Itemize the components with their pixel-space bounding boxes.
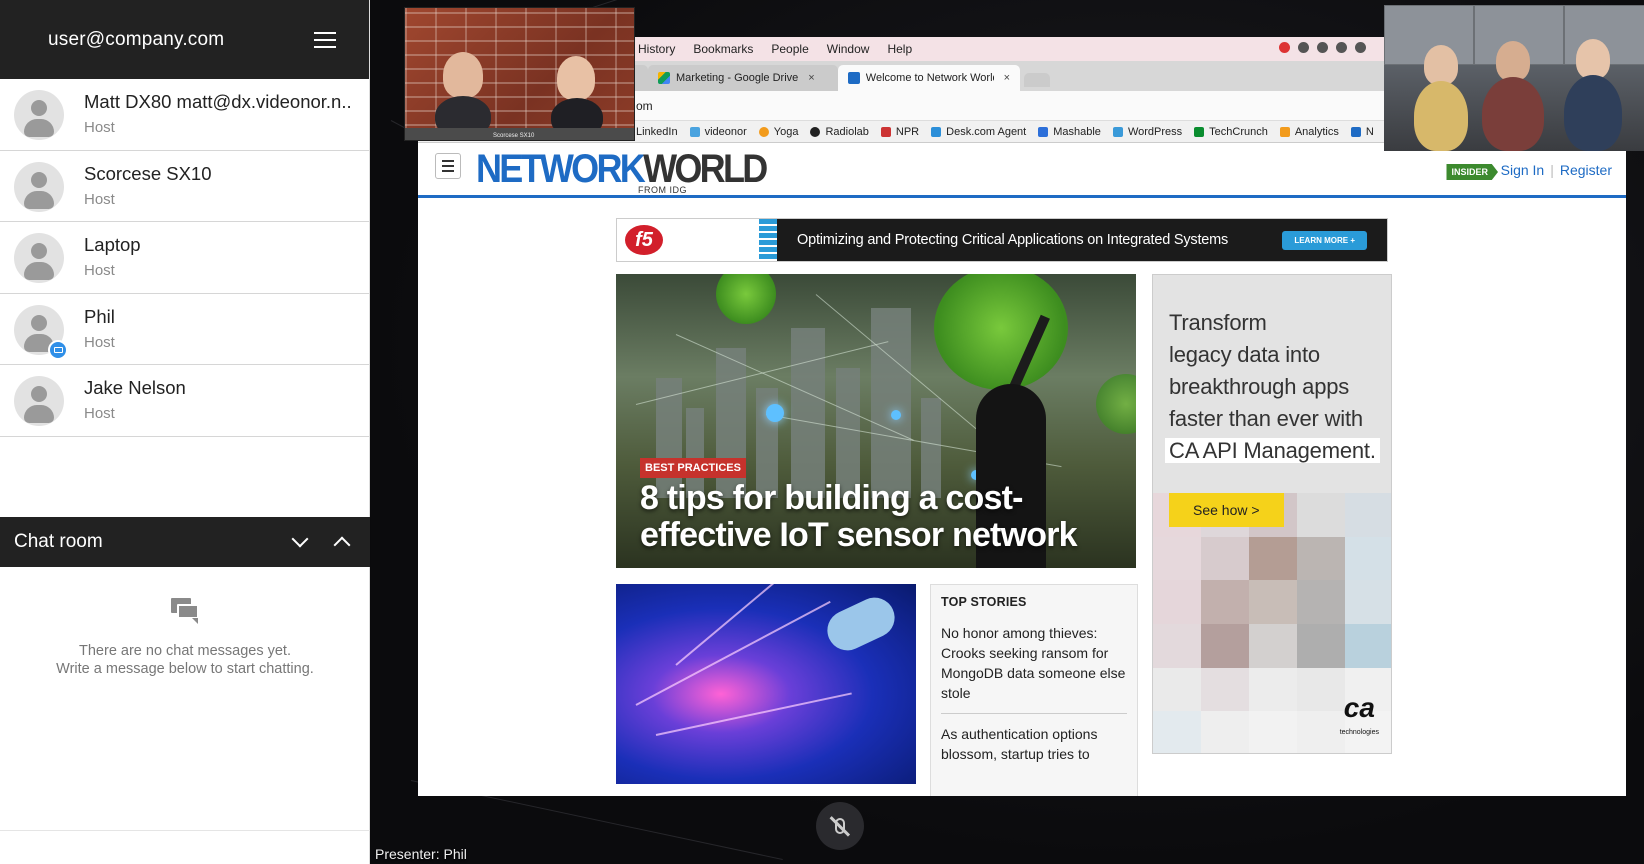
hamburger-menu-icon[interactable] bbox=[314, 31, 336, 48]
drive-icon bbox=[658, 72, 670, 84]
tab-google-drive[interactable]: Marketing - Google Drive × bbox=[648, 65, 838, 91]
remote-video[interactable] bbox=[1384, 5, 1644, 151]
register-link[interactable]: Register bbox=[1560, 162, 1612, 178]
top-stories-heading: TOP STORIES bbox=[941, 595, 1027, 609]
participant-role: Host bbox=[84, 119, 115, 136]
self-view-video[interactable]: Scorcese SX10 bbox=[404, 7, 635, 141]
top-story-link[interactable]: As authentication options blossom, start… bbox=[941, 724, 1127, 764]
bookmark-item[interactable]: TechCrunch bbox=[1194, 126, 1268, 138]
ad-copy: Transform legacy data into breakthrough … bbox=[1165, 307, 1380, 467]
participant-name: Jake Nelson bbox=[84, 377, 186, 398]
participant-role: Host bbox=[84, 262, 115, 279]
video-tile-label: Scorcese SX10 bbox=[493, 133, 535, 139]
participant-row[interactable]: Phil Host bbox=[0, 294, 369, 365]
close-icon[interactable]: × bbox=[1004, 72, 1010, 84]
bookmark-item[interactable]: Desk.com Agent bbox=[931, 126, 1026, 138]
bookmark-item[interactable]: Analytics bbox=[1279, 126, 1339, 138]
learn-more-button[interactable]: LEARN MORE + bbox=[1282, 231, 1367, 250]
chat-empty-line1: There are no chat messages yet. bbox=[79, 643, 291, 659]
chat-room-title: Chat room bbox=[14, 531, 103, 552]
user-email: user@company.com bbox=[48, 28, 225, 50]
top-story-link[interactable]: No honor among thieves: Crooks seeking r… bbox=[941, 623, 1127, 703]
avatar-icon bbox=[14, 233, 64, 283]
ca-technologies-logo: ca technologies bbox=[1339, 692, 1379, 737]
presenter-label: Presenter: Phil bbox=[375, 846, 467, 862]
menu-window[interactable]: Window bbox=[827, 42, 870, 56]
close-icon[interactable]: × bbox=[808, 72, 814, 84]
menu-people[interactable]: People bbox=[771, 42, 808, 56]
f5-ad-banner[interactable]: f5 Optimizing and Protecting Critical Ap… bbox=[616, 218, 1388, 262]
dollar-icon bbox=[1317, 42, 1328, 53]
story-thumbnail[interactable] bbox=[616, 584, 916, 784]
sign-in-link[interactable]: Sign In bbox=[1501, 162, 1545, 178]
sidebar-header: user@company.com bbox=[0, 0, 369, 79]
menu-bookmarks[interactable]: Bookmarks bbox=[693, 42, 753, 56]
insider-badge[interactable]: INSIDER bbox=[1446, 164, 1498, 180]
tab-network-world[interactable]: Welcome to Network World.cc × bbox=[838, 65, 1020, 91]
participant-name: Laptop bbox=[84, 234, 141, 255]
article-category-tag[interactable]: BEST PRACTICES bbox=[640, 458, 746, 478]
chevron-up-icon[interactable] bbox=[333, 536, 351, 554]
avatar-icon bbox=[14, 376, 64, 426]
chat-input-divider bbox=[0, 830, 370, 831]
menu-history[interactable]: History bbox=[638, 42, 675, 56]
f5-logo: f5 bbox=[625, 225, 663, 255]
bookmark-item[interactable]: Radiolab bbox=[810, 126, 869, 138]
mute-toggle-button[interactable] bbox=[816, 802, 864, 850]
avatar-icon bbox=[14, 90, 64, 140]
hero-article[interactable]: BEST PRACTICES 8 tips for building a cos… bbox=[616, 274, 1136, 568]
participants-sidebar: user@company.com Matt DX80 matt@dx.video… bbox=[0, 0, 370, 864]
participant-row[interactable]: Scorcese SX10 Host bbox=[0, 151, 369, 222]
bookmark-item[interactable]: Mashable bbox=[1038, 126, 1101, 138]
participant-role: Host bbox=[84, 333, 115, 351]
logo-tagline: FROM IDG bbox=[638, 185, 687, 195]
account-links: Sign In | Register bbox=[1500, 162, 1612, 178]
status-icon bbox=[1279, 42, 1290, 53]
avatar-icon bbox=[14, 161, 64, 212]
bookmark-item[interactable]: N bbox=[1350, 126, 1374, 138]
participant-row[interactable]: Jake Nelson Host bbox=[0, 365, 369, 437]
tab-label: Welcome to Network World.cc bbox=[865, 72, 994, 84]
network-world-icon bbox=[848, 72, 860, 84]
menu-icon[interactable] bbox=[435, 153, 461, 179]
network-world-header: NETWORKWORLD FROM IDG INSIDER Sign In | Re… bbox=[418, 143, 1626, 198]
top-stories-panel: TOP STORIES No honor among thieves: Croo… bbox=[930, 584, 1138, 796]
airplay-icon bbox=[1336, 42, 1347, 53]
menu-help[interactable]: Help bbox=[887, 42, 912, 56]
bookmark-item[interactable]: NPR bbox=[880, 126, 919, 138]
ca-sidebar-ad[interactable]: Transform legacy data into breakthrough … bbox=[1152, 274, 1392, 754]
chat-bubbles-icon bbox=[171, 598, 199, 624]
chat-empty-line2: Write a message below to start chatting. bbox=[56, 661, 314, 677]
tab-label: Marketing - Google Drive bbox=[676, 72, 799, 84]
drive-icon bbox=[1298, 42, 1309, 53]
bookmark-item[interactable]: WordPress bbox=[1112, 126, 1182, 138]
bookmark-item[interactable]: Yoga bbox=[758, 126, 798, 138]
network-world-logo[interactable]: NETWORKWORLD bbox=[476, 149, 768, 189]
hero-headline[interactable]: 8 tips for building a cost-effective IoT… bbox=[640, 480, 1110, 554]
chat-room-header[interactable]: Chat room bbox=[0, 517, 370, 567]
participant-name: Matt DX80 matt@dx.videonor.n.. bbox=[84, 91, 352, 112]
banner-text: Optimizing and Protecting Critical Appli… bbox=[797, 232, 1229, 248]
chevron-down-icon[interactable] bbox=[291, 530, 309, 548]
participant-name: Scorcese SX10 bbox=[84, 162, 212, 184]
new-tab-button[interactable] bbox=[1024, 73, 1050, 87]
bookmark-item[interactable]: LinkedIn bbox=[636, 126, 678, 138]
participant-row[interactable]: Matt DX80 matt@dx.videonor.n.. Host bbox=[0, 79, 369, 151]
bookmark-item[interactable]: videonor bbox=[689, 126, 747, 138]
participant-row[interactable]: Laptop Host bbox=[0, 222, 369, 294]
participant-role: Host bbox=[84, 190, 115, 208]
participant-role: Host bbox=[84, 405, 115, 422]
participant-name: Phil bbox=[84, 305, 115, 327]
screen-share-icon bbox=[48, 339, 68, 360]
system-tray bbox=[1279, 42, 1366, 53]
chat-empty-state: There are no chat messages yet. Write a … bbox=[0, 598, 370, 678]
see-how-button[interactable]: See how > bbox=[1169, 493, 1284, 527]
address-text: om bbox=[636, 98, 653, 113]
bluetooth-icon bbox=[1355, 42, 1366, 53]
